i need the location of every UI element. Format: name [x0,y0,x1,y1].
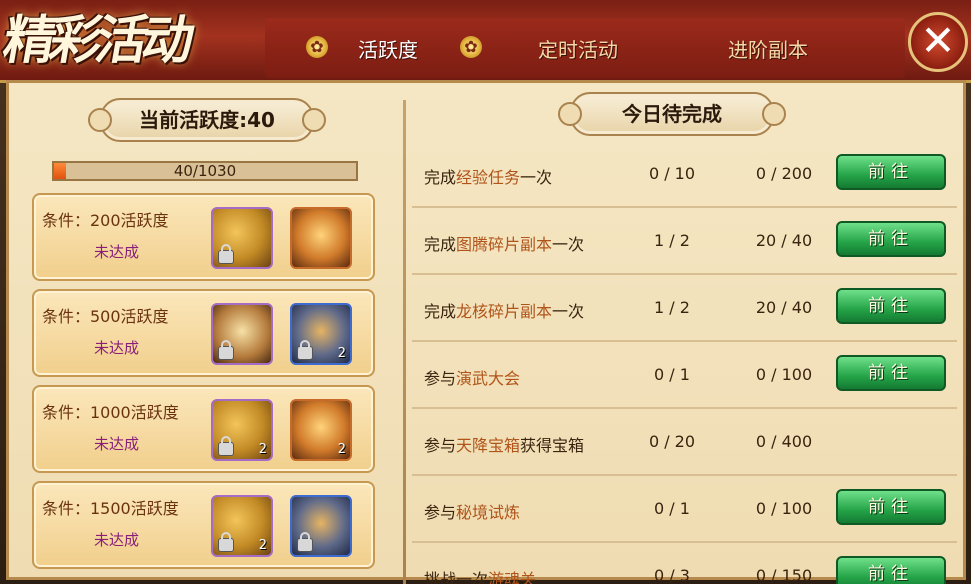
task-name: 完成经验任务一次 [424,168,553,187]
reward-condition: 条件：200活跃度 [42,211,169,230]
task-name: 参与秘境试炼 [424,503,521,522]
event-logo: 精彩活动 [0,10,194,71]
tab-timed-events[interactable]: 定时活动 [538,32,618,68]
activity-progress-bar: 40/1030 [52,161,358,181]
go-button[interactable]: 前往 [836,489,946,525]
lock-icon [219,436,233,455]
task-row: 挑战一次游魂关 0 / 3 0 / 150 前往 [412,542,957,584]
reward-status: 未达成 [94,339,140,357]
progress-text: 40/1030 [173,162,237,180]
flower-icon: ✿ [460,36,482,58]
tab-activity[interactable]: 活跃度 [358,32,418,68]
reward-status: 未达成 [94,531,140,549]
task-count: 0 / 10 [648,164,696,183]
close-button[interactable]: ✕ [908,12,968,72]
reward-card: 条件：1500活跃度未达成 2 [32,481,375,569]
reward-item-icon[interactable] [211,207,273,269]
task-name: 完成龙核碎片副本一次 [424,302,585,321]
task-points: 0 / 150 [755,566,813,584]
reward-item-icon[interactable] [290,495,352,557]
reward-status: 未达成 [94,243,140,261]
task-count: 1 / 2 [654,231,690,250]
reward-card: 条件：500活跃度未达成 2 [32,289,375,377]
task-points: 0 / 100 [755,499,813,518]
task-row: 完成图腾碎片副本一次 1 / 2 20 / 40 前往 [412,207,957,275]
close-icon: ✕ [920,16,956,65]
reward-status: 未达成 [94,435,140,453]
task-points: 20 / 40 [755,231,813,250]
task-points: 0 / 100 [755,365,813,384]
item-quantity: 2 [258,538,267,553]
task-points: 20 / 40 [755,298,813,317]
task-name: 参与演武大会 [424,369,521,388]
task-row: 参与秘境试炼 0 / 1 0 / 100 前往 [412,475,957,543]
lock-icon [298,532,312,551]
task-row: 完成经验任务一次 0 / 10 0 / 200 前往 [412,140,957,208]
reward-item-icon[interactable]: 2 [290,399,352,461]
task-count: 0 / 20 [648,432,696,451]
task-points: 0 / 400 [755,432,813,451]
go-button[interactable]: 前往 [836,221,946,257]
task-row: 参与天降宝箱获得宝箱 0 / 20 0 / 400 [412,408,957,476]
go-button[interactable]: 前往 [836,288,946,324]
task-name: 参与天降宝箱获得宝箱 [424,436,585,455]
reward-item-icon[interactable]: 2 [211,399,273,461]
lock-icon [219,532,233,551]
panel-divider [403,100,406,584]
flower-icon: ✿ [306,36,328,58]
reward-card: 条件：1000活跃度未达成 2 2 [32,385,375,473]
task-count: 0 / 3 [654,566,690,584]
task-row: 完成龙核碎片副本一次 1 / 2 20 / 40 前往 [412,274,957,342]
task-row: 参与演武大会 0 / 1 0 / 100 前往 [412,341,957,409]
go-button[interactable]: 前往 [836,556,946,584]
lock-icon [219,244,233,263]
task-points: 0 / 200 [755,164,813,183]
task-name: 挑战一次游魂关 [424,570,537,584]
tab-advanced-dungeon[interactable]: 进阶副本 [728,32,808,68]
reward-condition: 条件：500活跃度 [42,307,169,326]
today-pending-plaque: 今日待完成 [558,92,786,136]
item-quantity: 2 [337,346,346,361]
lock-icon [298,340,312,359]
reward-condition: 条件：1500活跃度 [42,499,179,518]
task-count: 1 / 2 [654,298,690,317]
item-quantity: 2 [258,442,267,457]
reward-condition: 条件：1000活跃度 [42,403,179,422]
task-count: 0 / 1 [654,365,690,384]
lock-icon [219,340,233,359]
reward-item-icon[interactable]: 2 [290,303,352,365]
reward-item-icon[interactable]: 2 [211,495,273,557]
item-quantity: 2 [337,442,346,457]
task-name: 完成图腾碎片副本一次 [424,235,585,254]
game-screen: 精彩活动 ✿ 活跃度 ✿ 定时活动 进阶副本 ✕ 当前活跃度:40 40/103… [0,0,971,584]
reward-item-icon[interactable] [290,207,352,269]
current-activity-plaque: 当前活跃度:40 [88,98,326,142]
reward-card: 条件：200活跃度未达成 [32,193,375,281]
go-button[interactable]: 前往 [836,355,946,391]
go-button[interactable]: 前往 [836,154,946,190]
reward-item-icon[interactable] [211,303,273,365]
task-count: 0 / 1 [654,499,690,518]
